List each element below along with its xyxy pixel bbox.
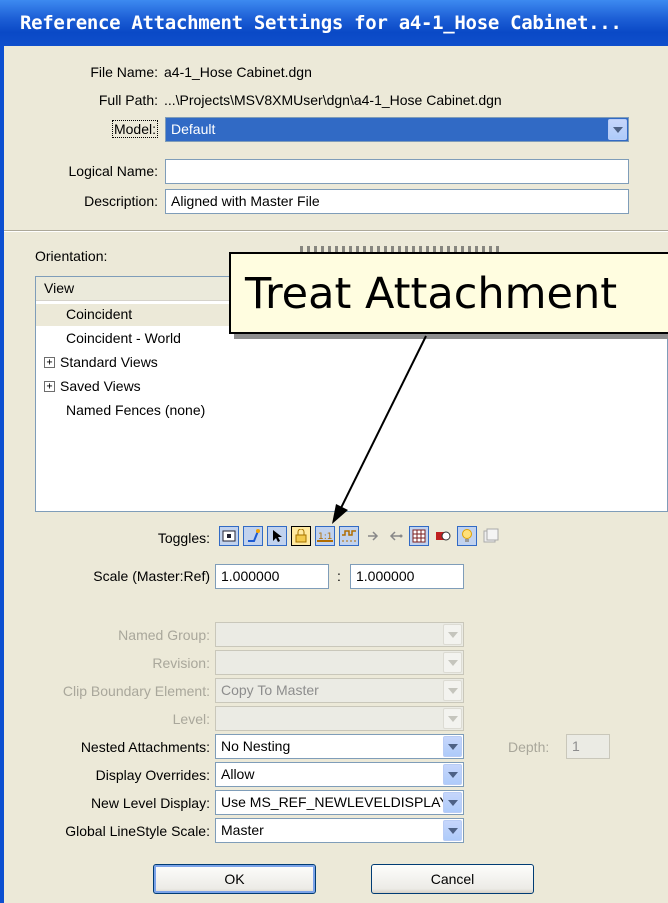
ok-button[interactable]: OK [153, 864, 316, 894]
file-name-value: a4-1_Hose Cabinet.dgn [164, 64, 312, 80]
clip-boundary-value: Copy To Master [221, 682, 319, 698]
global-linestyle-select[interactable]: Master [215, 818, 464, 843]
treat-as-element-icon[interactable] [291, 526, 311, 546]
level-label: Level: [172, 711, 210, 727]
list-item-coincident[interactable]: Coincident [66, 306, 132, 322]
window-title-bar[interactable]: Reference Attachment Settings for a4-1_H… [0, 0, 668, 46]
nested-attachments-label: Nested Attachments: [80, 739, 210, 755]
snap-icon[interactable] [243, 526, 263, 546]
expand-plus-icon[interactable]: + [44, 381, 55, 392]
revision-label: Revision: [152, 655, 210, 671]
new-level-display-value: Use MS_REF_NEWLEVELDISPLAY [221, 794, 449, 810]
model-select[interactable]: Default [165, 117, 629, 142]
window-frame [0, 46, 4, 903]
reference-icon[interactable] [481, 526, 501, 546]
level-select[interactable] [215, 706, 464, 731]
chevron-down-icon [447, 687, 458, 694]
use-lights-icon[interactable] [433, 526, 453, 546]
scale-label: Scale (Master:Ref) [93, 568, 210, 584]
bulb-icon[interactable] [457, 526, 477, 546]
chevron-down-icon [447, 771, 458, 778]
description-input[interactable]: Aligned with Master File [165, 189, 629, 214]
clip-boundary-dropdown-button[interactable] [443, 680, 462, 701]
full-path-label: Full Path: [98, 92, 158, 108]
logical-name-input[interactable] [165, 159, 629, 184]
logical-name-label: Logical Name: [68, 163, 159, 179]
list-item-standard-views[interactable]: Standard Views [60, 354, 158, 370]
scale-master-input[interactable]: 1.000000 [215, 564, 329, 589]
nested-attachments-select[interactable]: No Nesting [215, 734, 464, 759]
cancel-button[interactable]: Cancel [371, 864, 534, 894]
expand-plus-icon[interactable]: + [44, 357, 55, 368]
clip-boundary-select[interactable]: Copy To Master [215, 678, 464, 703]
new-level-display-label: New Level Display: [90, 795, 210, 811]
named-group-label: Named Group: [118, 627, 210, 643]
chevron-down-icon [447, 715, 458, 722]
display-overrides-select[interactable]: Allow [215, 762, 464, 787]
clip-boundary-label: Clip Boundary Element: [62, 683, 210, 699]
display-raster-icon[interactable] [363, 526, 383, 546]
new-level-display-select[interactable]: Use MS_REF_NEWLEVELDISPLAY [215, 790, 464, 815]
level-dropdown-button[interactable] [443, 708, 462, 729]
list-item-named-fences[interactable]: Named Fences (none) [66, 402, 205, 418]
list-item-saved-views[interactable]: Saved Views [60, 378, 141, 394]
chevron-down-icon [447, 827, 458, 834]
chevron-down-icon [447, 743, 458, 750]
display-overrides-value: Allow [221, 766, 255, 782]
description-label: Description: [84, 193, 158, 209]
display-overrides-dropdown-button[interactable] [443, 764, 462, 785]
full-path-value: ...\Projects\MSV8XMUser\dgn\a4-1_Hose Ca… [164, 92, 502, 108]
orientation-label: Orientation: [35, 248, 108, 264]
true-scale-icon[interactable]: 1:1 [315, 526, 335, 546]
chevron-down-icon [447, 659, 458, 666]
locate-icon[interactable] [267, 526, 287, 546]
model-dropdown-button[interactable] [608, 119, 627, 140]
revision-select[interactable] [215, 650, 464, 675]
display-overrides-label: Display Overrides: [95, 767, 210, 783]
global-linestyle-dropdown-button[interactable] [443, 820, 462, 841]
global-linestyle-label: Global LineStyle Scale: [65, 823, 210, 839]
model-value: Default [171, 121, 216, 137]
scale-separator: : [337, 568, 341, 584]
file-name-label: File Name: [90, 64, 158, 80]
tooltip-callout: Treat Attachment [229, 252, 668, 334]
revision-dropdown-button[interactable] [443, 652, 462, 673]
scale-ref-input[interactable]: 1.000000 [350, 564, 464, 589]
chevron-down-icon [612, 126, 623, 133]
depth-input[interactable]: 1 [566, 734, 610, 759]
global-linestyle-value: Master [221, 822, 264, 838]
chevron-down-icon [447, 799, 458, 806]
nested-attachments-value: No Nesting [221, 738, 291, 754]
chevron-down-icon [447, 631, 458, 638]
scale-label-text: Scale (Master:Ref) [93, 568, 210, 584]
ignore-attachment-icon[interactable] [385, 526, 405, 546]
nested-dropdown-button[interactable] [443, 736, 462, 757]
display-grid-icon[interactable] [409, 526, 429, 546]
scale-linestyles-icon[interactable] [339, 526, 359, 546]
display-icon[interactable] [219, 526, 239, 546]
list-item-coincident-world[interactable]: Coincident - World [66, 330, 181, 346]
named-group-select[interactable] [215, 622, 464, 647]
depth-label: Depth: [508, 739, 550, 755]
separator [4, 230, 668, 232]
named-group-dropdown-button[interactable] [443, 624, 462, 645]
toggles-label: Toggles: [157, 530, 210, 546]
model-label: Model: [111, 120, 158, 138]
new-level-dropdown-button[interactable] [443, 792, 462, 813]
